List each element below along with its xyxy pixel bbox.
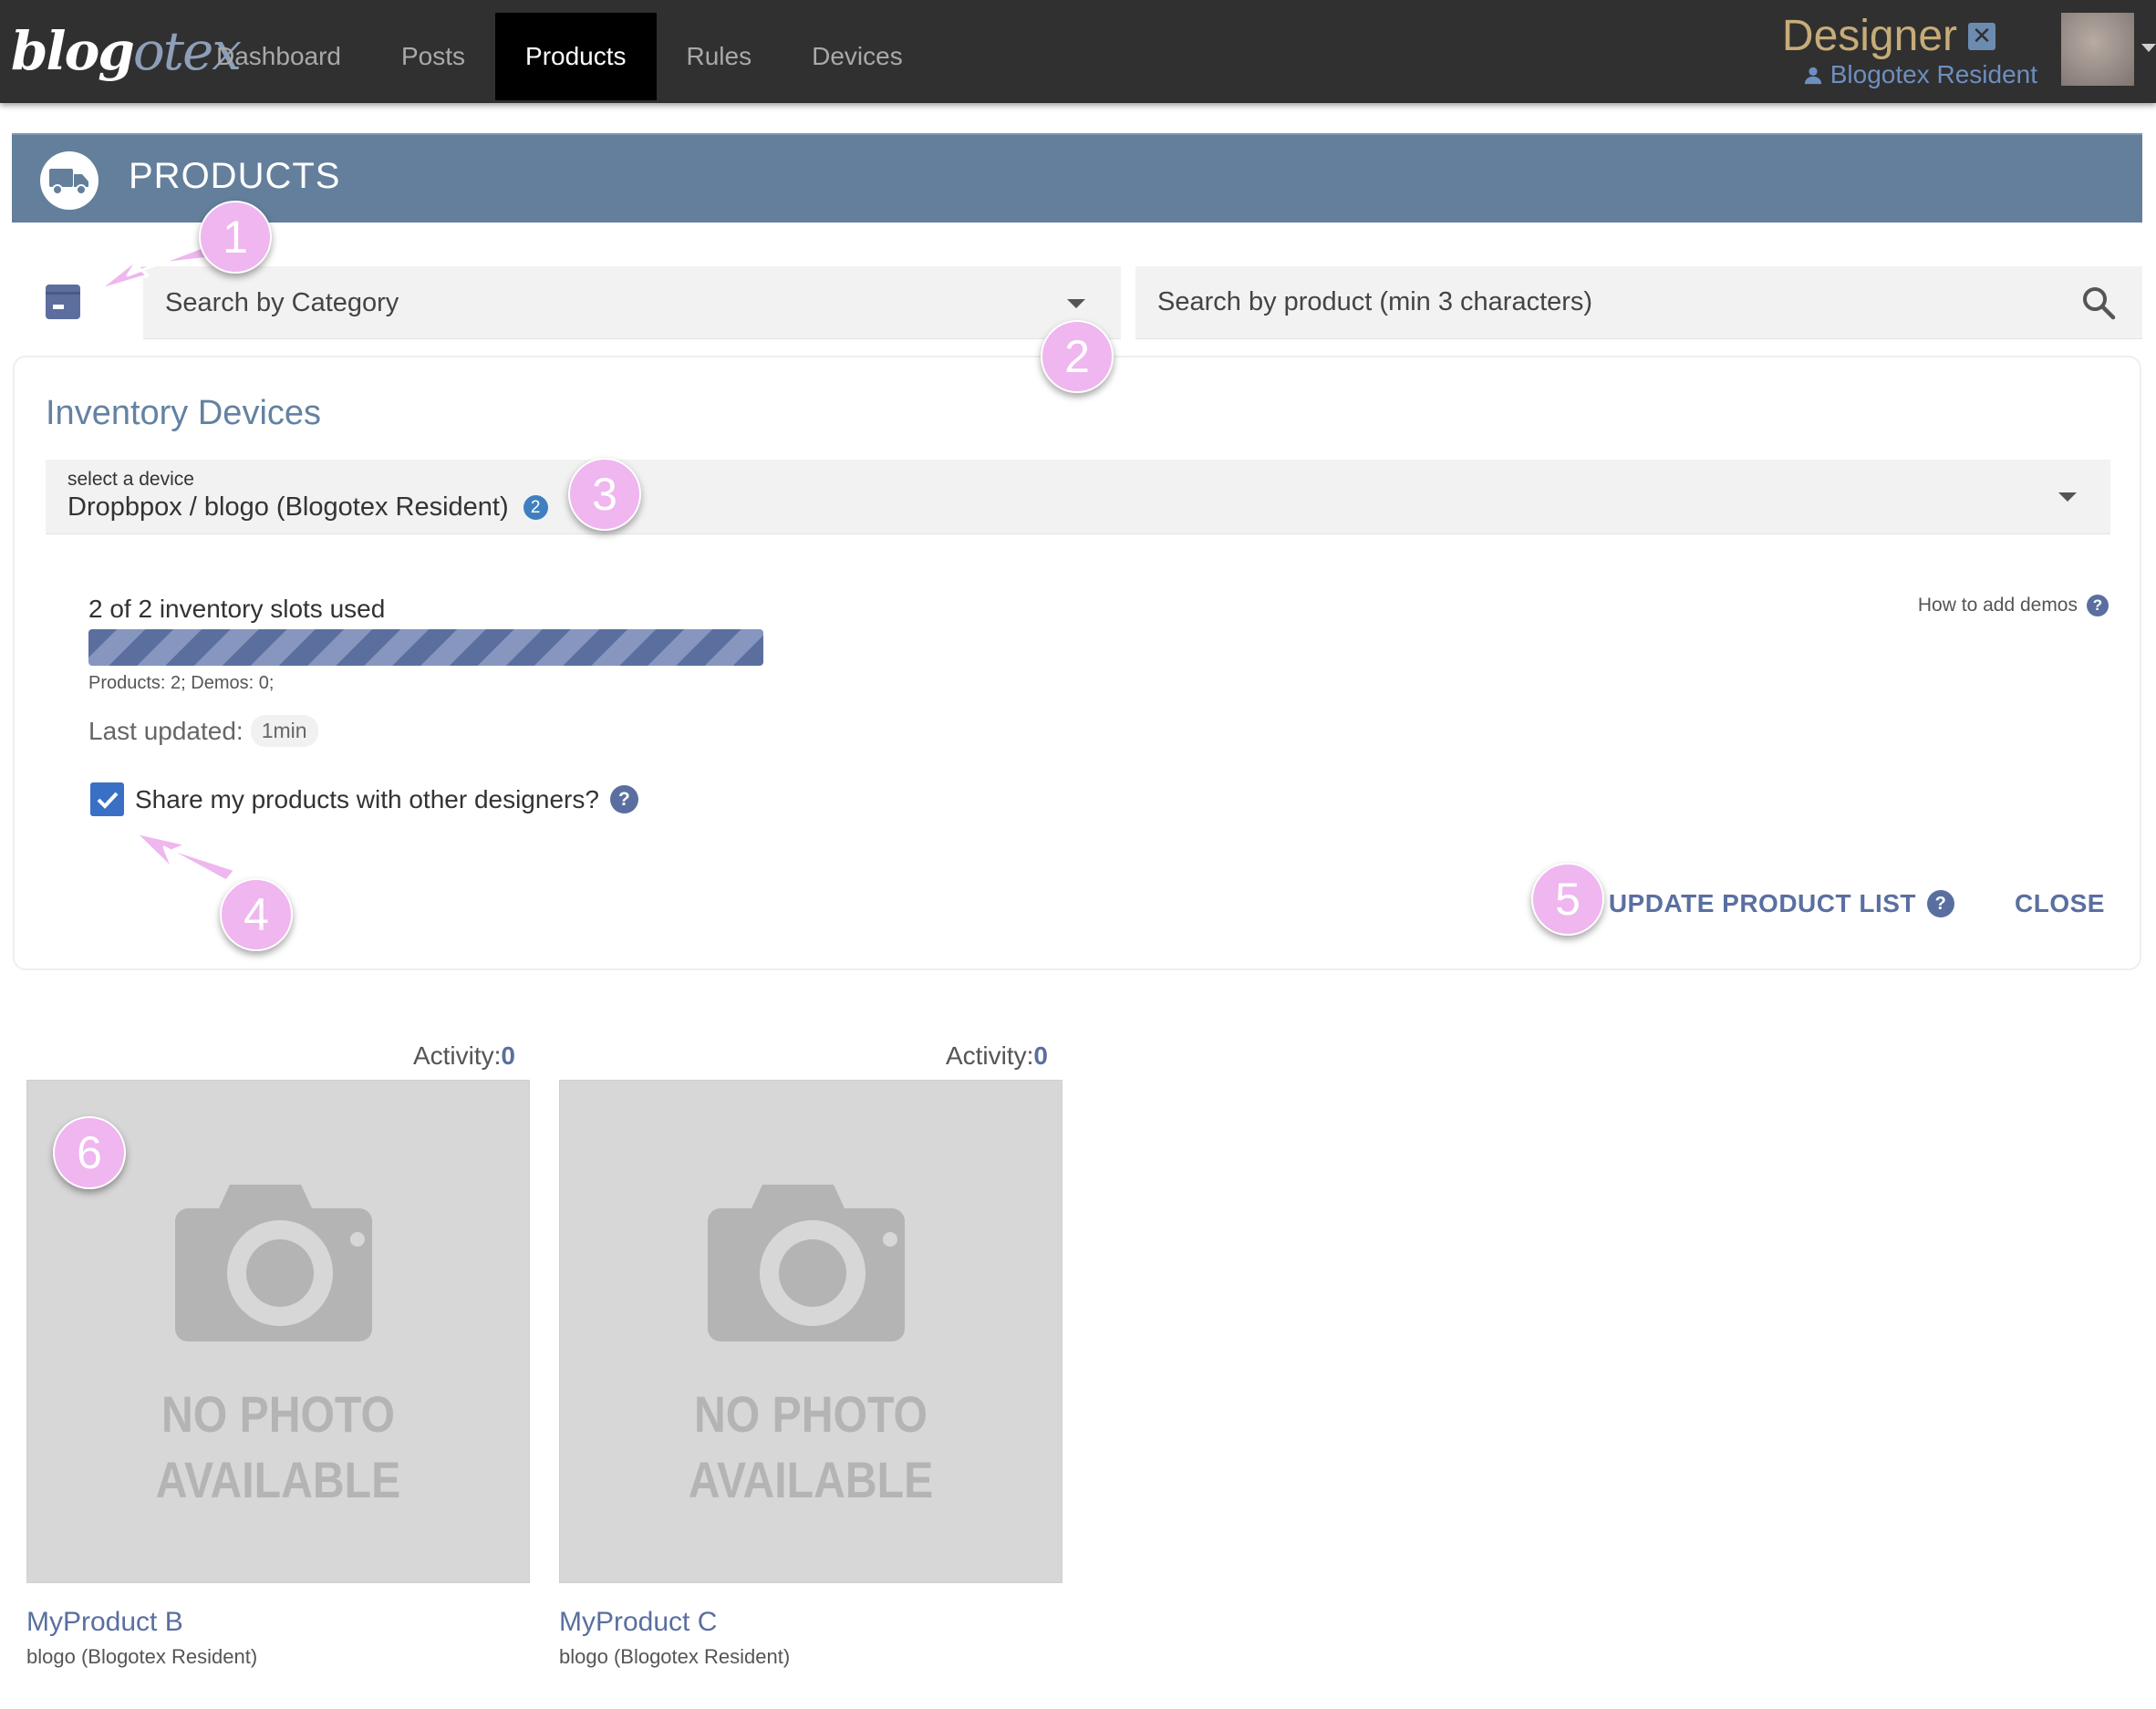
activity-count: Activity:0	[946, 1041, 1048, 1071]
slots-progress-fill	[88, 629, 763, 666]
last-updated-label: Last updated:	[88, 716, 244, 745]
person-icon	[1804, 67, 1821, 85]
share-products-label: Share my products with other designers?	[135, 784, 599, 813]
user-name-label: Blogotex Resident	[1829, 60, 2037, 88]
inventory-panel: Inventory Devices select a device Dropbp…	[13, 356, 2141, 970]
no-photo-line1: NO PHOTO	[693, 1385, 928, 1443]
activity-label: Activity:	[945, 1041, 1034, 1070]
product-owner: blogo (Blogotex Resident)	[559, 1645, 791, 1668]
product-card: Activity:0 NO PHOTO AVAILABLE MyProduct …	[559, 1041, 1064, 1671]
avatar[interactable]	[2061, 13, 2134, 86]
no-photo-line2: AVAILABLE	[688, 1451, 934, 1508]
slots-progress-bar	[88, 629, 763, 666]
camera-icon	[175, 1185, 372, 1341]
page-title: PRODUCTS	[129, 156, 341, 196]
panel-actions: UPDATE PRODUCT LIST ? CLOSE	[1609, 889, 2105, 918]
how-to-add-demos-link[interactable]: How to add demos ?	[1918, 595, 2109, 616]
activity-value: 0	[1033, 1041, 1048, 1070]
tutorial-marker: 5	[1531, 863, 1604, 936]
tutorial-marker: 1	[199, 201, 272, 274]
no-photo-line2: AVAILABLE	[155, 1451, 401, 1508]
no-photo-text: NO PHOTO AVAILABLE	[596, 1382, 1027, 1513]
chevron-down-icon[interactable]	[2141, 44, 2156, 52]
close-icon[interactable]: ✕	[1968, 22, 1995, 50]
how-to-add-demos-label: How to add demos	[1917, 595, 2078, 616]
page-header: PRODUCTS	[12, 133, 2142, 223]
nav-item-products[interactable]: Products	[495, 13, 657, 100]
category-select-placeholder: Search by Category	[165, 288, 399, 317]
update-product-list-button[interactable]: UPDATE PRODUCT LIST ?	[1608, 889, 1955, 918]
inventory-title: Inventory Devices	[46, 394, 322, 432]
update-product-list-label: UPDATE PRODUCT LIST	[1608, 889, 1917, 917]
chevron-down-icon	[2058, 492, 2077, 502]
activity-value: 0	[501, 1041, 515, 1070]
device-select-label: select a device	[67, 469, 194, 490]
app-root: blog otex Dashboard Posts Products Rules …	[0, 0, 2156, 1709]
help-icon[interactable]: ?	[609, 785, 638, 813]
user-role-label: Designer	[1781, 12, 1957, 60]
activity-label: Activity:	[412, 1041, 502, 1070]
product-name[interactable]: MyProduct C	[559, 1607, 717, 1638]
checkmark-icon	[97, 792, 118, 809]
product-name[interactable]: MyProduct B	[26, 1607, 183, 1638]
share-products-checkbox[interactable]	[90, 782, 124, 816]
last-updated: Last updated: 1min	[88, 715, 318, 747]
product-image-placeholder[interactable]: NO PHOTO AVAILABLE	[559, 1080, 1062, 1583]
device-count-badge: 2	[523, 495, 548, 520]
user-name[interactable]: Blogotex Resident	[1803, 60, 2037, 89]
user-role: Designer ✕	[1782, 11, 1995, 61]
search-icon[interactable]	[2080, 285, 2117, 321]
tutorial-marker: 2	[1041, 320, 1114, 393]
last-updated-value: 1min	[250, 715, 318, 747]
camera-icon	[708, 1185, 905, 1341]
truck-icon	[40, 151, 98, 210]
product-search-input[interactable]	[1135, 266, 2142, 338]
help-icon[interactable]: ?	[1927, 890, 1955, 917]
device-select-value: Dropbpox / blogo (Blogotex Resident) 2	[67, 492, 548, 523]
device-name: Dropbpox / blogo (Blogotex Resident)	[67, 492, 509, 522]
no-photo-line1: NO PHOTO	[161, 1385, 395, 1443]
product-search-field[interactable]	[1135, 266, 2142, 339]
help-icon: ?	[2087, 595, 2109, 616]
share-products-row: Share my products with other designers? …	[90, 782, 638, 816]
slots-detail: Products: 2; Demos: 0;	[88, 673, 275, 693]
tutorial-marker: 4	[220, 878, 293, 951]
nav-item-devices[interactable]: Devices	[782, 13, 933, 100]
activity-count: Activity:0	[413, 1041, 515, 1071]
tutorial-marker: 3	[568, 458, 641, 531]
no-photo-text: NO PHOTO AVAILABLE	[63, 1382, 494, 1513]
device-select[interactable]: select a device Dropbpox / blogo (Blogot…	[46, 460, 2110, 534]
nav-item-dashboard[interactable]: Dashboard	[186, 13, 371, 100]
top-navbar: blog otex Dashboard Posts Products Rules …	[0, 0, 2156, 103]
category-select[interactable]: Search by Category	[143, 266, 1121, 339]
nav-item-rules[interactable]: Rules	[657, 13, 783, 100]
close-button[interactable]: CLOSE	[2015, 889, 2105, 918]
category-toggle-button[interactable]	[46, 285, 80, 319]
slots-usage-text: 2 of 2 inventory slots used	[88, 595, 386, 623]
chevron-down-icon	[1067, 299, 1085, 308]
logo-text-part1: blog	[11, 20, 135, 82]
product-owner: blogo (Blogotex Resident)	[26, 1645, 258, 1668]
main-nav: Dashboard Posts Products Rules Devices	[186, 13, 933, 100]
tutorial-marker: 6	[53, 1116, 126, 1189]
nav-item-posts[interactable]: Posts	[371, 13, 495, 100]
